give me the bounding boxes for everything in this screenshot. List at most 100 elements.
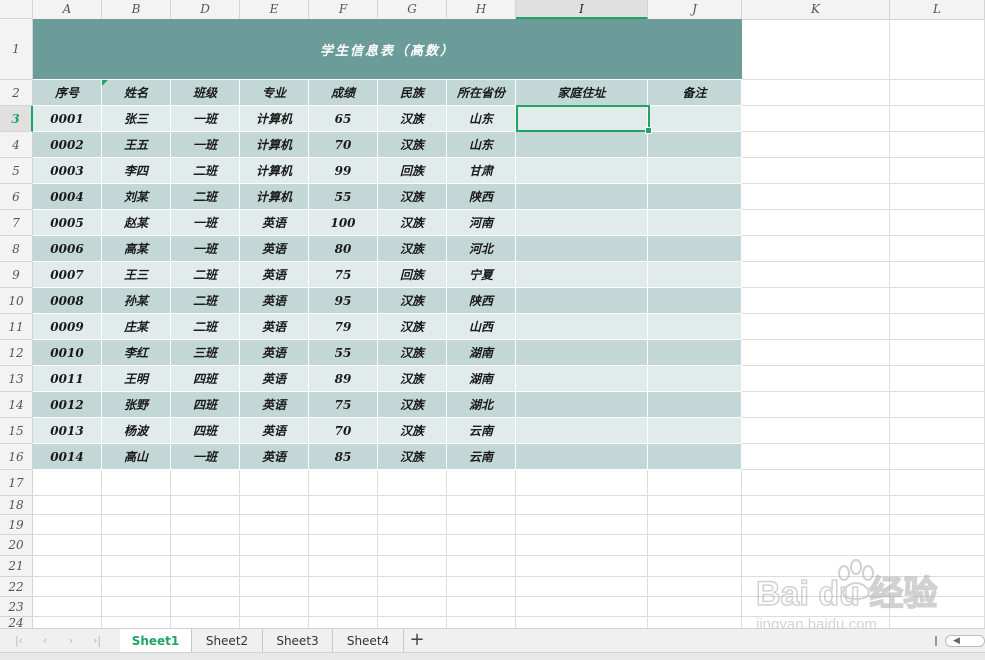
- empty-cell[interactable]: [240, 556, 309, 577]
- last-sheet-icon[interactable]: ›|: [90, 633, 104, 649]
- row-header-12[interactable]: 12: [0, 340, 33, 366]
- row-header-5[interactable]: 5: [0, 158, 33, 184]
- table-cell[interactable]: 70: [309, 418, 378, 444]
- table-cell[interactable]: 英语: [240, 418, 309, 444]
- empty-cell[interactable]: [890, 340, 985, 366]
- table-cell[interactable]: [516, 288, 648, 314]
- row-header-21[interactable]: 21: [0, 556, 33, 577]
- empty-cell[interactable]: [516, 577, 648, 597]
- column-header-I[interactable]: I: [516, 0, 648, 19]
- empty-cell[interactable]: [309, 470, 378, 496]
- empty-cell[interactable]: [378, 577, 447, 597]
- empty-cell[interactable]: [378, 556, 447, 577]
- empty-cell[interactable]: [890, 577, 985, 597]
- row-header-10[interactable]: 10: [0, 288, 33, 314]
- table-cell[interactable]: 甘肃: [447, 158, 516, 184]
- row-header-16[interactable]: 16: [0, 444, 33, 470]
- table-cell[interactable]: 回族: [378, 262, 447, 288]
- table-cell[interactable]: 河南: [447, 210, 516, 236]
- table-cell[interactable]: [516, 262, 648, 288]
- table-cell[interactable]: 0013: [33, 418, 102, 444]
- row-header-19[interactable]: 19: [0, 515, 33, 535]
- table-cell[interactable]: 79: [309, 314, 378, 340]
- table-cell[interactable]: 高某: [102, 236, 171, 262]
- table-cell[interactable]: 0010: [33, 340, 102, 366]
- table-cell[interactable]: 陕西: [447, 184, 516, 210]
- empty-cell[interactable]: [309, 597, 378, 617]
- row-header-18[interactable]: 18: [0, 496, 33, 515]
- table-cell[interactable]: [648, 184, 742, 210]
- empty-cell[interactable]: [742, 80, 890, 106]
- table-cell[interactable]: 王明: [102, 366, 171, 392]
- empty-cell[interactable]: [516, 597, 648, 617]
- empty-cell[interactable]: [33, 577, 102, 597]
- empty-cell[interactable]: [102, 515, 171, 535]
- empty-cell[interactable]: [742, 470, 890, 496]
- empty-cell[interactable]: [516, 496, 648, 515]
- table-cell[interactable]: 85: [309, 444, 378, 470]
- empty-cell[interactable]: [742, 392, 890, 418]
- first-sheet-icon[interactable]: |‹: [12, 633, 26, 649]
- table-cell[interactable]: [516, 106, 648, 132]
- table-cell[interactable]: 孙某: [102, 288, 171, 314]
- empty-cell[interactable]: [378, 496, 447, 515]
- column-header-E[interactable]: E: [240, 0, 309, 19]
- table-cell[interactable]: 英语: [240, 210, 309, 236]
- empty-cell[interactable]: [102, 470, 171, 496]
- table-cell[interactable]: 0004: [33, 184, 102, 210]
- empty-cell[interactable]: [742, 366, 890, 392]
- table-cell[interactable]: [516, 392, 648, 418]
- table-cell[interactable]: 75: [309, 262, 378, 288]
- table-cell[interactable]: 英语: [240, 288, 309, 314]
- table-cell[interactable]: 四班: [171, 366, 240, 392]
- select-all-corner[interactable]: [0, 0, 33, 19]
- table-cell[interactable]: 0001: [33, 106, 102, 132]
- empty-cell[interactable]: [102, 496, 171, 515]
- empty-cell[interactable]: [890, 106, 985, 132]
- table-cell[interactable]: 0003: [33, 158, 102, 184]
- empty-cell[interactable]: [447, 496, 516, 515]
- table-cell[interactable]: 二班: [171, 288, 240, 314]
- table-cell[interactable]: [648, 314, 742, 340]
- table-cell[interactable]: 李红: [102, 340, 171, 366]
- empty-cell[interactable]: [516, 470, 648, 496]
- table-cell[interactable]: 汉族: [378, 132, 447, 158]
- table-cell[interactable]: 英语: [240, 444, 309, 470]
- empty-cell[interactable]: [742, 556, 890, 577]
- empty-cell[interactable]: [742, 210, 890, 236]
- empty-cell[interactable]: [648, 470, 742, 496]
- row-header-15[interactable]: 15: [0, 418, 33, 444]
- table-cell[interactable]: 汉族: [378, 184, 447, 210]
- empty-cell[interactable]: [33, 515, 102, 535]
- empty-cell[interactable]: [378, 535, 447, 556]
- table-cell[interactable]: 宁夏: [447, 262, 516, 288]
- table-cell[interactable]: [648, 340, 742, 366]
- empty-cell[interactable]: [890, 210, 985, 236]
- table-cell[interactable]: 一班: [171, 236, 240, 262]
- next-sheet-icon[interactable]: ›: [64, 633, 78, 649]
- table-cell[interactable]: 英语: [240, 236, 309, 262]
- table-cell[interactable]: [516, 184, 648, 210]
- table-cell[interactable]: 王五: [102, 132, 171, 158]
- empty-cell[interactable]: [309, 496, 378, 515]
- header-cell[interactable]: 家庭住址: [516, 80, 648, 106]
- table-cell[interactable]: 英语: [240, 392, 309, 418]
- row-header-20[interactable]: 20: [0, 535, 33, 556]
- empty-cell[interactable]: [378, 470, 447, 496]
- column-header-A[interactable]: A: [33, 0, 102, 19]
- empty-cell[interactable]: [447, 470, 516, 496]
- empty-cell[interactable]: [742, 106, 890, 132]
- table-cell[interactable]: 云南: [447, 444, 516, 470]
- table-cell[interactable]: 汉族: [378, 418, 447, 444]
- table-cell[interactable]: 高山: [102, 444, 171, 470]
- empty-cell[interactable]: [890, 556, 985, 577]
- empty-cell[interactable]: [890, 470, 985, 496]
- table-cell[interactable]: [516, 158, 648, 184]
- table-cell[interactable]: 汉族: [378, 340, 447, 366]
- empty-cell[interactable]: [447, 597, 516, 617]
- empty-cell[interactable]: [890, 262, 985, 288]
- header-cell[interactable]: 序号: [33, 80, 102, 106]
- column-header-F[interactable]: F: [309, 0, 378, 19]
- horizontal-scrollbar[interactable]: ◀: [935, 635, 985, 647]
- empty-cell[interactable]: [742, 288, 890, 314]
